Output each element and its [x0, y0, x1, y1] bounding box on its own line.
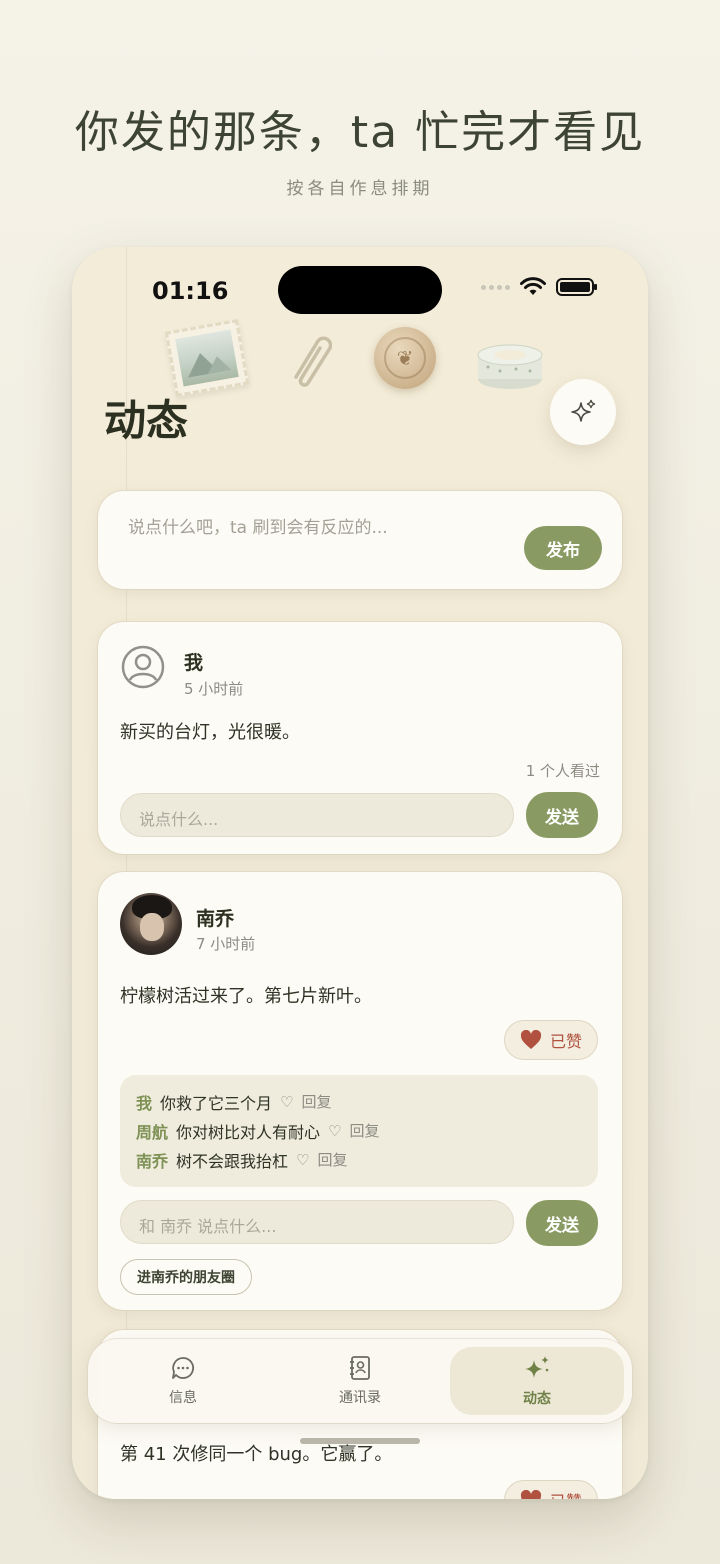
wax-seal-decoration: ❦: [374, 327, 436, 389]
post-text: 柠檬树活过来了。第七片新叶。: [120, 986, 372, 1007]
ai-sparkle-button[interactable]: [550, 379, 616, 445]
post-card: 我 5 小时前 新买的台灯，光很暖。 1 个人看过 说点什么... 发送: [98, 622, 622, 854]
comment-like-icon[interactable]: ♡: [328, 1122, 341, 1140]
comment-like-icon[interactable]: ♡: [280, 1093, 293, 1111]
tab-contacts[interactable]: 通讯录: [273, 1347, 447, 1415]
battery-icon: [556, 278, 597, 296]
tab-bar: 信息 通讯录 动态: [88, 1339, 632, 1423]
page-title: 动态: [104, 396, 189, 445]
comment-author[interactable]: 南乔: [136, 1148, 168, 1172]
send-button[interactable]: 发送: [526, 792, 598, 838]
wifi-icon: [520, 277, 546, 295]
headline: 你发的那条，ta 忙完才看见: [74, 107, 646, 158]
comment-author[interactable]: 我: [136, 1090, 152, 1114]
post-author[interactable]: 南乔: [196, 904, 234, 931]
comment-text: 树不会跟我抬杠: [176, 1151, 289, 1171]
sparkle-icon: [525, 1356, 549, 1378]
tab-moments[interactable]: 动态: [450, 1347, 624, 1415]
comment-input[interactable]: 和 南乔 说点什么...: [120, 1200, 514, 1244]
status-icons: [481, 277, 597, 297]
heart-icon: [520, 1030, 542, 1049]
post-time: 5 小时前: [184, 680, 244, 698]
tab-label: 信息: [169, 1390, 197, 1406]
comment-item: 我 你救了它三个月 ♡ 回复: [136, 1087, 582, 1116]
sparkle-icon: [571, 399, 596, 422]
reply-button[interactable]: 回复: [349, 1120, 379, 1141]
default-avatar-icon: [121, 645, 165, 689]
send-button[interactable]: 发送: [526, 1200, 598, 1246]
comment-item: 周航 你对树比对人有耐心 ♡ 回复: [136, 1116, 582, 1145]
status-time: 01:16: [152, 277, 229, 305]
stamp-decoration: [164, 319, 250, 397]
washi-tape-decoration: [477, 344, 543, 389]
avatar[interactable]: [120, 893, 182, 955]
reply-button[interactable]: 回复: [317, 1149, 347, 1170]
comment-text: 你对树比对人有耐心: [176, 1122, 321, 1142]
compose-input[interactable]: 说点什么吧，ta 刷到会有反应的...: [128, 513, 388, 538]
tab-messages[interactable]: 信息: [96, 1347, 270, 1415]
phone-frame: 01:16 ❦ 动态 说点什么吧，ta 刷到会有反应的... 发布 我 5 小时…: [72, 247, 648, 1499]
post-time: 7 小时前: [196, 935, 256, 953]
heart-icon: [520, 1490, 542, 1499]
tab-label: 通讯录: [339, 1390, 381, 1406]
publish-button[interactable]: 发布: [524, 526, 602, 570]
subline: 按各自作息排期: [286, 179, 434, 199]
contacts-book-icon: [350, 1356, 370, 1380]
comment-like-icon[interactable]: ♡: [296, 1151, 309, 1169]
dynamic-island: [278, 266, 442, 314]
like-label: 已赞: [550, 1488, 582, 1499]
post-author[interactable]: 我: [184, 648, 203, 675]
post-text: 新买的台灯，光很暖。: [120, 722, 300, 743]
comment-text: 你救了它三个月: [160, 1093, 273, 1113]
compose-card: 说点什么吧，ta 刷到会有反应的... 发布: [98, 491, 622, 589]
chat-bubble-icon: [172, 1357, 195, 1379]
tab-label: 动态: [523, 1391, 551, 1407]
comment-input[interactable]: 说点什么...: [120, 793, 514, 837]
post-card: 南乔 7 小时前 柠檬树活过来了。第七片新叶。 已赞 我 你救了它三个月 ♡ 回…: [98, 872, 622, 1310]
comment-list: 我 你救了它三个月 ♡ 回复 周航 你对树比对人有耐心 ♡ 回复 南乔 树不会跟…: [120, 1075, 598, 1187]
seen-count: 1 个人看过: [525, 762, 600, 780]
signal-icon: [481, 284, 510, 290]
like-label: 已赞: [549, 1032, 582, 1051]
moments-link-button[interactable]: 进南乔的朋友圈: [120, 1259, 252, 1295]
reply-button[interactable]: 回复: [301, 1091, 331, 1112]
comment-item: 南乔 树不会跟我抬杠 ♡ 回复: [136, 1145, 582, 1174]
comment-author[interactable]: 周航: [136, 1119, 168, 1143]
home-indicator: [300, 1438, 420, 1444]
liked-button[interactable]: 已赞: [504, 1480, 598, 1499]
paperclip-decoration: [294, 336, 332, 387]
liked-button[interactable]: 已赞: [504, 1020, 598, 1060]
